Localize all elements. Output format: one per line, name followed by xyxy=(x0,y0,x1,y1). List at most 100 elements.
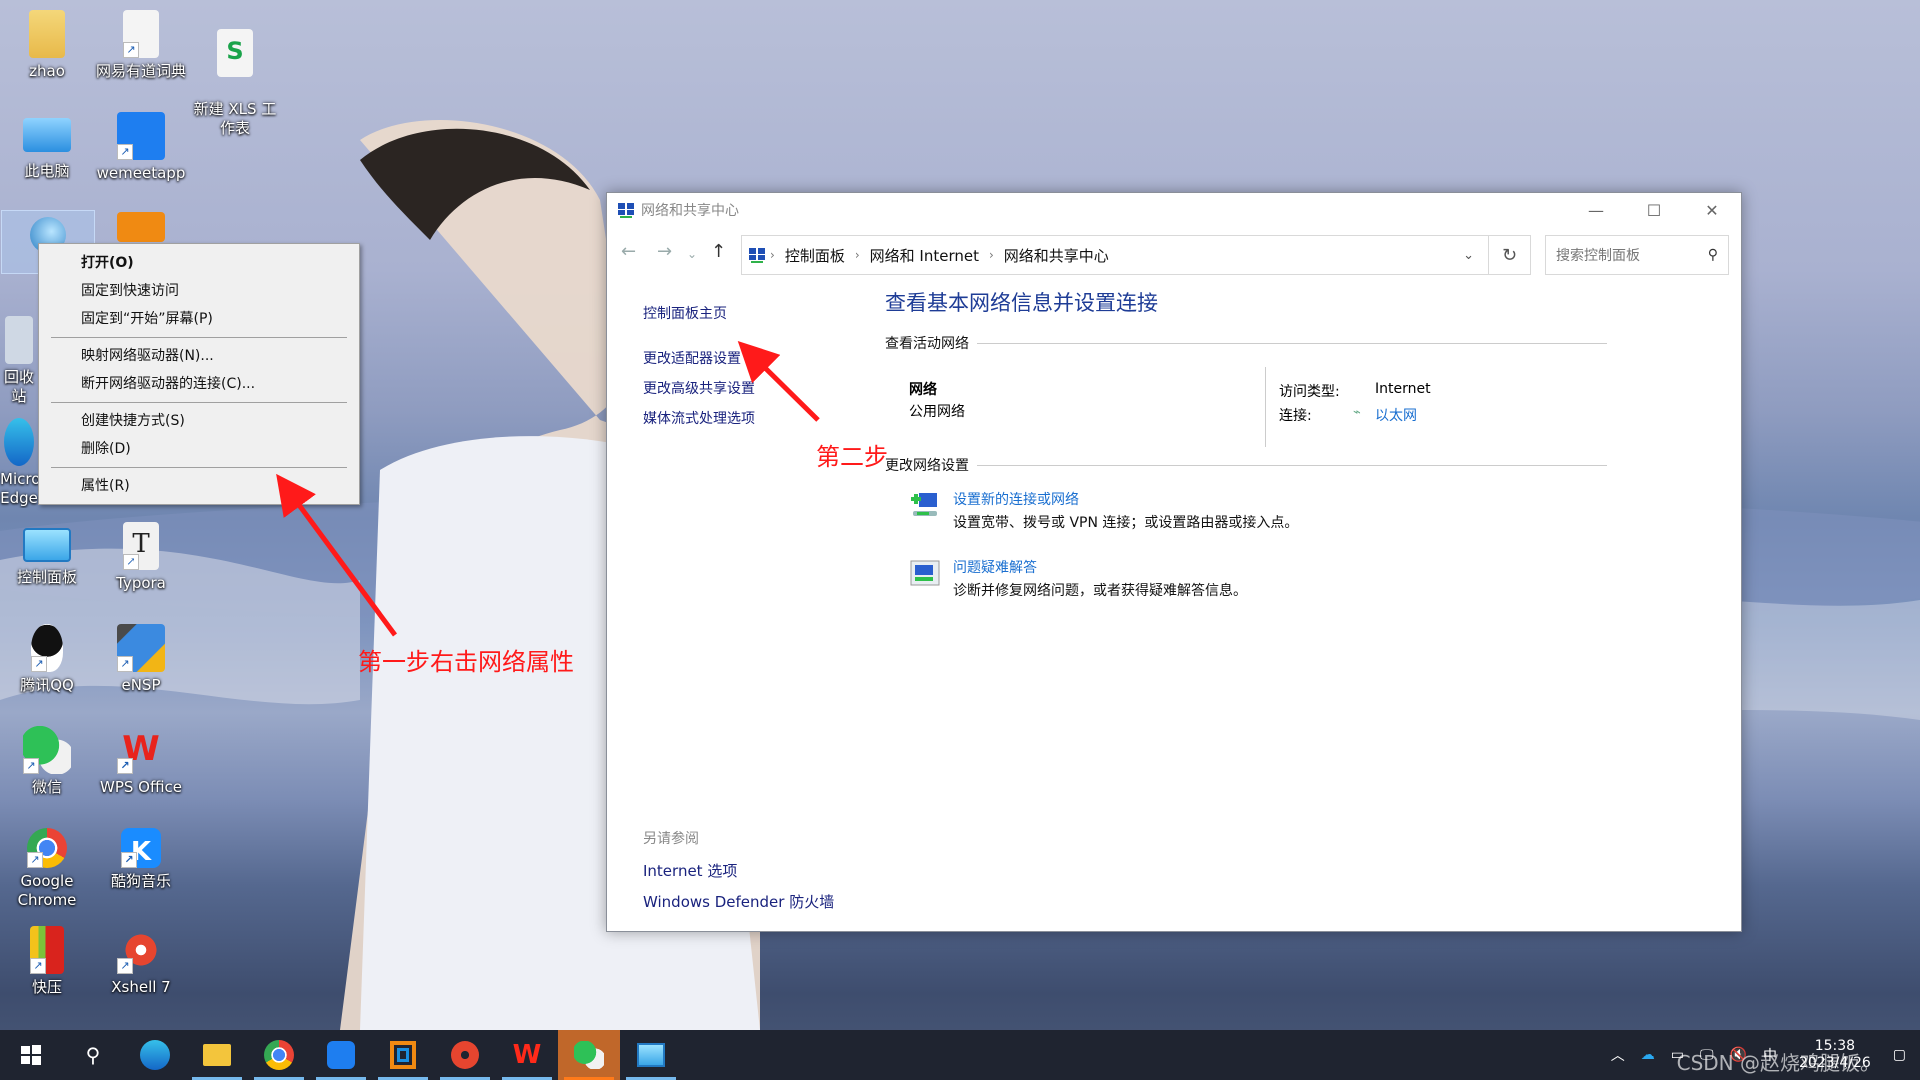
desktop-icon-diagram[interactable] xyxy=(94,206,188,246)
change-network-settings-section: 更改网络设置 xyxy=(885,455,1741,475)
volume-muted-icon[interactable]: 🔇 xyxy=(1730,1047,1747,1063)
wps-icon: W xyxy=(512,1040,542,1070)
forward-arrow-icon[interactable]: → xyxy=(657,241,672,262)
connection-label: 连接: xyxy=(1279,408,1312,424)
show-hidden-icons-chevron-icon[interactable]: ︿ xyxy=(1611,1045,1625,1065)
desktop-icon-ensp[interactable]: ↗ eNSP xyxy=(94,618,188,695)
wechat-icon: ↗ xyxy=(23,726,71,774)
network-center-icon xyxy=(618,203,634,218)
breadcrumb-network-internet[interactable]: 网络和 Internet xyxy=(870,245,979,266)
main-content: 查看基本网络信息并设置连接 查看活动网络 网络 公用网络 访问类型: Inter… xyxy=(885,275,1741,603)
menu-item-pin-quick-access[interactable]: 固定到快速访问 xyxy=(39,277,359,305)
qq-icon: ↗ xyxy=(31,624,63,672)
onedrive-cloud-icon[interactable]: ☁ xyxy=(1641,1047,1655,1063)
notifications-icon[interactable]: ▢ xyxy=(1893,1047,1906,1063)
folder-icon xyxy=(203,1044,231,1066)
taskbar-chrome[interactable] xyxy=(248,1030,310,1080)
task-troubleshoot: 问题疑难解答 诊断并修复网络问题，或者获得疑难解答信息。 xyxy=(909,557,1741,603)
control-panel-icon xyxy=(637,1043,665,1067)
breadcrumb-network-sharing-center[interactable]: 网络和共享中心 xyxy=(1004,245,1109,266)
step1-arrow xyxy=(276,473,398,637)
network-name: 网络 xyxy=(909,382,937,398)
desktop-icon-qq[interactable]: ↗ 腾讯QQ xyxy=(0,618,94,695)
desktop-icon-wechat[interactable]: ↗ 微信 xyxy=(0,720,94,797)
minimize-button[interactable]: — xyxy=(1567,193,1625,227)
document-shortcut-icon: ↗ xyxy=(123,10,159,58)
taskbar-xshell[interactable] xyxy=(434,1030,496,1080)
user-folder-icon xyxy=(29,10,65,58)
menu-item-open[interactable]: 打开(O) xyxy=(39,249,359,277)
menu-item-properties[interactable]: 属性(R) xyxy=(39,472,359,500)
menu-separator xyxy=(51,467,347,468)
spreadsheet-icon: S xyxy=(217,29,253,77)
refresh-icon: ↻ xyxy=(1501,244,1518,266)
desktop-icon-kuaiya[interactable]: ↗ 快压 xyxy=(0,920,94,997)
desktop-icon-control-panel[interactable]: 控制面板 xyxy=(0,516,94,587)
media-streaming-options-link[interactable]: 媒体流式处理选项 xyxy=(643,408,755,428)
network-monitor-icon[interactable]: 🖵 xyxy=(1700,1047,1714,1063)
control-panel-home-link[interactable]: 控制面板主页 xyxy=(643,303,755,323)
menu-item-map-drive[interactable]: 映射网络驱动器(N)... xyxy=(39,342,359,370)
taskbar-edge[interactable] xyxy=(124,1030,186,1080)
menu-item-pin-start[interactable]: 固定到“开始”屏幕(P) xyxy=(39,305,359,333)
battery-icon[interactable]: ▭ xyxy=(1671,1047,1684,1063)
recent-chevron-down-icon[interactable]: ⌄ xyxy=(687,247,697,261)
wemeet-icon: ↗ xyxy=(117,112,165,160)
divider xyxy=(1265,367,1266,447)
close-button[interactable]: ✕ xyxy=(1683,193,1741,227)
desktop-icon-xls[interactable]: S 新建 XLS 工 作表 xyxy=(188,4,282,157)
left-nav: 控制面板主页 更改适配器设置 更改高级共享设置 媒体流式处理选项 xyxy=(643,303,755,428)
change-adapter-settings-link[interactable]: 更改适配器设置 xyxy=(643,348,755,368)
desktop-icon-chrome[interactable]: ↗ Google Chrome xyxy=(0,822,94,910)
desktop-icon-wemeetapp[interactable]: ↗ wemeetapp xyxy=(94,106,188,183)
address-dropdown-chevron-icon[interactable]: ⌄ xyxy=(1463,248,1474,263)
ime-indicator[interactable]: 中 xyxy=(1763,1045,1777,1065)
breadcrumb-control-panel[interactable]: 控制面板 xyxy=(785,245,845,266)
context-menu: 打开(O) 固定到快速访问 固定到“开始”屏幕(P) 映射网络驱动器(N)...… xyxy=(38,243,360,505)
back-arrow-icon[interactable]: ← xyxy=(621,241,636,262)
divider xyxy=(977,464,1607,466)
desktop-icon-kugou[interactable]: K ↗ 酷狗音乐 xyxy=(94,822,188,891)
menu-item-create-shortcut[interactable]: 创建快捷方式(S) xyxy=(39,407,359,435)
change-advanced-sharing-link[interactable]: 更改高级共享设置 xyxy=(643,378,755,398)
computer-icon xyxy=(23,118,71,152)
desktop-icon-wps[interactable]: W ↗ WPS Office xyxy=(94,720,188,797)
clock[interactable]: 15:38 2023/4/26 xyxy=(1799,1038,1871,1072)
up-arrow-icon[interactable]: ↑ xyxy=(711,241,726,262)
defender-firewall-link[interactable]: Windows Defender 防火墙 xyxy=(643,891,834,912)
divider xyxy=(977,342,1607,344)
address-bar[interactable]: › 控制面板 › 网络和 Internet › 网络和共享中心 ⌄ xyxy=(741,235,1489,275)
taskbar-wechat[interactable] xyxy=(558,1030,620,1080)
desktop-icon-xshell[interactable]: ↗ Xshell 7 xyxy=(94,920,188,997)
start-button[interactable] xyxy=(0,1030,62,1080)
search-input[interactable]: 搜索控制面板 ⚲ xyxy=(1545,235,1729,275)
desktop-icon-typora[interactable]: T ↗ Typora xyxy=(94,516,188,593)
desktop-icon-youdao[interactable]: ↗ 网易有道词典 xyxy=(94,4,188,81)
desktop-icon-this-pc[interactable]: 此电脑 xyxy=(0,106,94,181)
search-button[interactable]: ⚲ xyxy=(62,1030,124,1080)
taskbar-file-explorer[interactable] xyxy=(186,1030,248,1080)
access-type-value: Internet xyxy=(1375,381,1431,397)
taskbar-wps[interactable]: W xyxy=(496,1030,558,1080)
menu-item-delete[interactable]: 删除(D) xyxy=(39,435,359,463)
troubleshoot-link[interactable]: 问题疑难解答 xyxy=(953,557,1247,579)
menu-item-disconnect-drive[interactable]: 断开网络驱动器的连接(C)... xyxy=(39,370,359,398)
new-connection-icon xyxy=(911,493,937,516)
desktop-icon-zhao[interactable]: zhao xyxy=(0,4,94,81)
menu-separator xyxy=(51,402,347,403)
ethernet-link[interactable]: 以太网 xyxy=(1375,405,1417,425)
clock-date: 2023/4/26 xyxy=(1798,1055,1871,1071)
internet-options-link[interactable]: Internet 选项 xyxy=(643,860,834,881)
search-icon: ⚲ xyxy=(85,1043,101,1067)
taskbar-vmware[interactable] xyxy=(372,1030,434,1080)
desktop-icon-edge[interactable]: Microsoft Edge xyxy=(0,412,38,508)
taskbar-wemeet[interactable] xyxy=(310,1030,372,1080)
active-network-panel: 网络 公用网络 访问类型: Internet 连接: ⌁ 以太网 xyxy=(885,353,1741,449)
typora-icon: T ↗ xyxy=(123,522,159,570)
desktop-icon-recycle-bin[interactable]: 回收站 xyxy=(0,310,38,406)
kuaiya-icon: ↗ xyxy=(30,926,64,974)
refresh-button[interactable]: ↻ xyxy=(1489,235,1531,275)
taskbar-control-panel[interactable] xyxy=(620,1030,682,1080)
setup-new-connection-link[interactable]: 设置新的连接或网络 xyxy=(953,489,1298,511)
maximize-button[interactable]: ☐ xyxy=(1625,193,1683,227)
